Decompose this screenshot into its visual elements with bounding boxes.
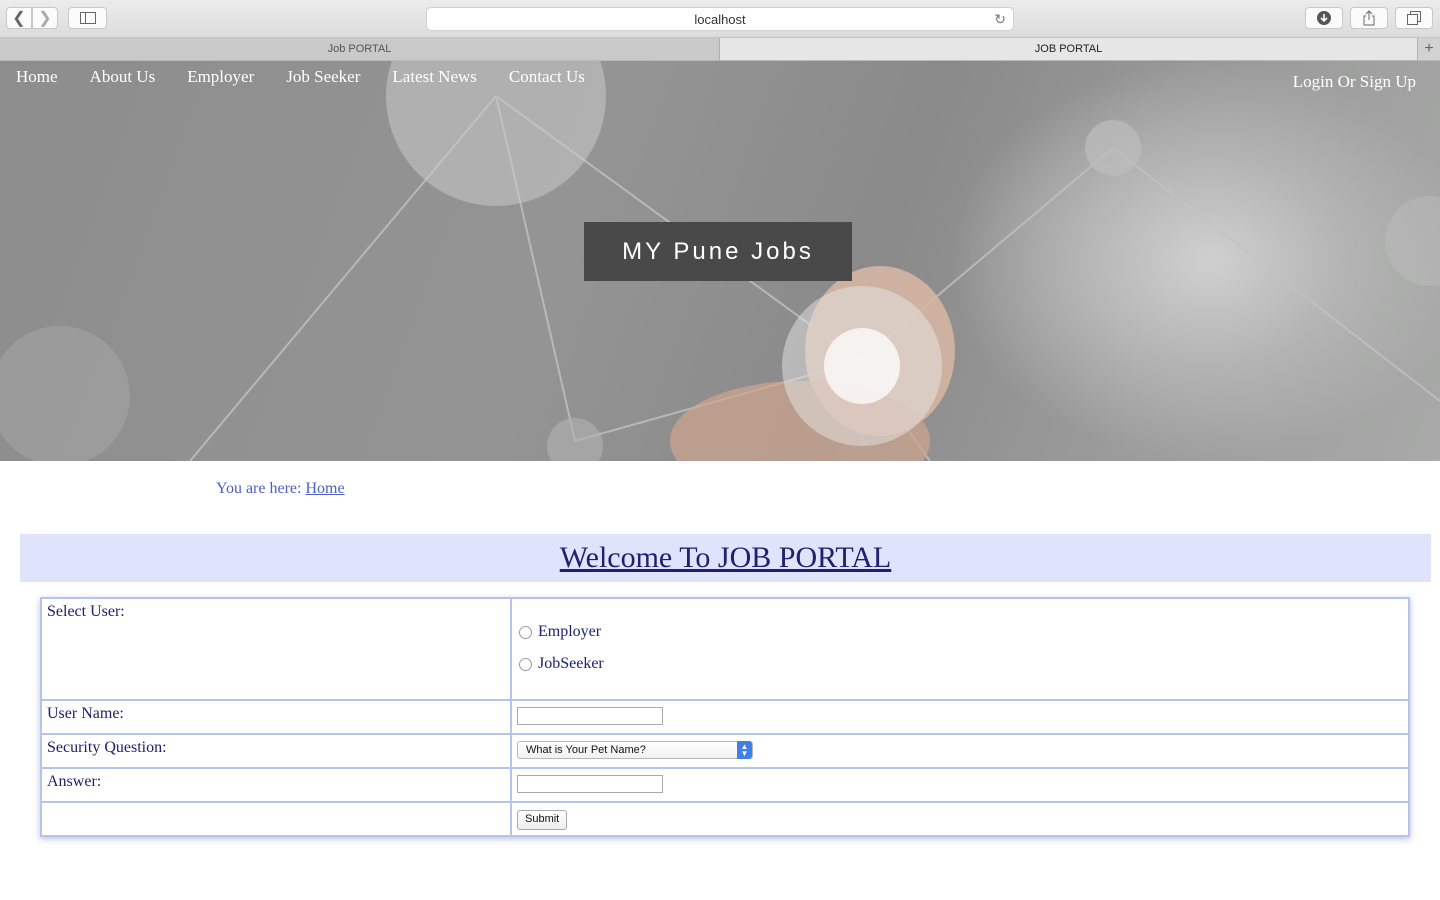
select-arrows-icon: ▲ ▼ [737,741,752,759]
nav-employer[interactable]: Employer [187,67,254,87]
submit-cell: Submit [510,801,1410,837]
radio-employer-label: Employer [538,623,602,640]
submit-row: Submit [40,801,1410,837]
username-row: User Name: [40,699,1410,735]
tab-bar: Job PORTAL JOB PORTAL + [0,38,1440,61]
reload-icon[interactable]: ↻ [994,11,1006,28]
forward-button[interactable]: ❯ [32,7,58,29]
show-tabs-button[interactable] [1395,7,1433,29]
sidebar-toggle-button[interactable] [68,7,107,29]
answer-input[interactable] [517,775,663,793]
radio-jobseeker-label: JobSeeker [538,655,604,672]
form-table: Select User: Employer JobSeeker User Nam… [40,597,1410,837]
security-question-row: Security Question: What is Your Pet Name… [40,733,1410,769]
radio-employer[interactable] [519,625,532,639]
security-question-select[interactable]: What is Your Pet Name? ▲ ▼ [517,741,753,759]
download-icon [1317,11,1331,25]
sidebar-icon [79,12,96,24]
nav-latest-news[interactable]: Latest News [392,67,477,87]
forgot-password-form: Select User: Employer JobSeeker User Nam… [40,597,1410,837]
browser-toolbar: ❮ ❯ localhost ↻ [0,0,1440,38]
nav-home[interactable]: Home [16,67,58,87]
answer-cell [510,767,1410,803]
main-nav: Home About Us Employer Job Seeker Latest… [16,67,617,87]
submit-button[interactable]: Submit [517,810,568,830]
security-question-label: Security Question: [40,733,512,769]
username-label: User Name: [40,699,512,735]
breadcrumb-home-link[interactable]: Home [305,480,344,497]
security-question-value: What is Your Pet Name? [526,744,646,756]
select-user-row: Select User: Employer JobSeeker [40,597,1410,701]
share-icon [1363,10,1375,26]
tabs-icon [1407,11,1421,25]
welcome-banner: Welcome To JOB PORTAL [20,534,1431,582]
radio-jobseeker-row[interactable]: JobSeeker [517,649,1403,679]
address-bar[interactable]: localhost ↻ [426,7,1014,31]
chevron-left-icon: ❮ [12,10,26,27]
nav-contact-us[interactable]: Contact Us [509,67,585,87]
tab-job-portal[interactable]: Job PORTAL [0,38,720,60]
radio-jobseeker[interactable] [519,657,532,671]
user-type-cell: Employer JobSeeker [510,597,1410,701]
nav-about-us[interactable]: About Us [90,67,156,87]
plus-icon: + [1424,40,1434,57]
login-signup-link[interactable]: Login Or Sign Up [1293,72,1416,92]
empty-cell [40,801,512,837]
tab-job-portal-active[interactable]: JOB PORTAL [720,38,1417,60]
site-title: MY Pune Jobs [584,222,852,281]
hero-banner: Home About Us Employer Job Seeker Latest… [0,61,1440,461]
new-tab-button[interactable]: + [1417,38,1440,60]
url-text: localhost [694,11,746,27]
breadcrumb: You are here: Home [216,480,345,498]
nav-job-seeker[interactable]: Job Seeker [286,67,360,87]
answer-label: Answer: [40,767,512,803]
security-question-cell: What is Your Pet Name? ▲ ▼ [510,733,1410,769]
page-title: Welcome To JOB PORTAL [559,541,892,574]
username-input[interactable] [517,707,663,725]
answer-row: Answer: [40,767,1410,803]
share-button[interactable] [1350,7,1388,29]
back-button[interactable]: ❮ [6,7,32,29]
downloads-button[interactable] [1305,7,1343,29]
breadcrumb-prefix: You are here: [216,480,302,497]
chevron-right-icon: ❯ [38,10,52,27]
select-user-label: Select User: [40,597,512,701]
username-cell [510,699,1410,735]
radio-employer-row[interactable]: Employer [517,617,1403,647]
